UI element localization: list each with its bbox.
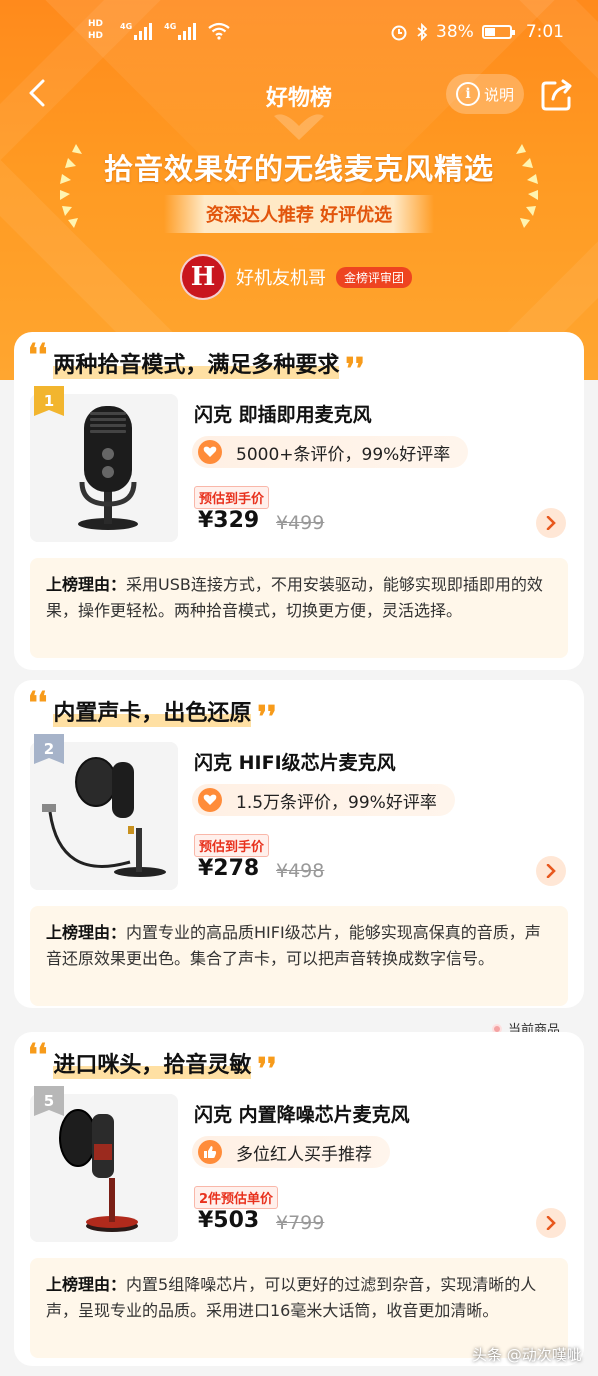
current-price: ¥278: [198, 856, 260, 881]
go-to-product-button[interactable]: [536, 856, 566, 886]
price-label: 2件预估单价: [194, 1186, 279, 1209]
rank-badge: 1: [34, 386, 64, 416]
laurel-icon: [60, 144, 82, 228]
svg-text:5: 5: [44, 1092, 54, 1110]
rating-pill: 5000+条评价，99%好评率: [192, 436, 469, 468]
section-title: ❛❛ 内置声卡，出色还原 ❜❜: [28, 686, 277, 735]
battery-icon: [481, 25, 515, 39]
hd-label: HD: [88, 31, 104, 41]
current-price: ¥503: [198, 1208, 260, 1233]
hero-header: HD HD 4G 4G 38% 7:01 好物榜 i 说明 拾音效果好的无线麦克…: [0, 0, 598, 380]
battery-percent: 38%: [436, 22, 474, 42]
rank-badge: 5: [34, 1086, 64, 1116]
back-arrow-icon[interactable]: [24, 78, 54, 108]
original-price: ¥799: [276, 1212, 325, 1234]
bluetooth-icon: [417, 23, 428, 41]
product-card[interactable]: ❛❛ 内置声卡，出色还原 ❜❜ 2 闪克 HIFI级芯片麦克风 1.5万条评价，…: [14, 680, 584, 1008]
product-card[interactable]: ❛❛ 进口咪头，拾音灵敏 ❜❜ 5 闪克 内置降噪芯片麦克风 多位红人买手推荐 …: [14, 1032, 584, 1366]
net-label: 4G: [120, 22, 133, 31]
status-bar: HD HD 4G 4G 38% 7:01: [0, 18, 598, 50]
wifi-icon: [208, 22, 230, 40]
svg-text:2: 2: [44, 740, 54, 758]
section-title: ❛❛ 进口咪头，拾音灵敏 ❜❜: [28, 1038, 277, 1087]
section-title: ❛❛ 两种拾音模式，满足多种要求 ❜❜: [28, 338, 365, 387]
price-label: 预估到手价: [194, 834, 270, 857]
product-name[interactable]: 闪克 内置降噪芯片麦克风: [194, 1100, 410, 1127]
product-name[interactable]: 闪克 HIFI级芯片麦克风: [194, 748, 396, 775]
network-type: HD HD: [88, 18, 103, 42]
current-price: ¥329: [198, 508, 260, 533]
net-label: 4G: [164, 22, 177, 31]
explain-button[interactable]: i 说明: [446, 74, 524, 114]
thumbs-up-icon: [198, 1140, 222, 1164]
clock: 7:01: [525, 22, 564, 42]
reason-box: 上榜理由：采用USB连接方式，不用安装驱动，能够实现即插即用的效果，操作更轻松。…: [30, 558, 568, 658]
heart-decoration-icon: [274, 114, 324, 140]
explain-label: 说明: [483, 85, 514, 104]
alarm-icon: [391, 25, 407, 41]
chevron-right-icon: [546, 864, 556, 878]
original-price: ¥498: [276, 860, 325, 882]
author-info[interactable]: H 好机友机哥 金榜评审团: [180, 254, 413, 300]
reason-box: 上榜理由：内置5组降噪芯片，可以更好的过滤到杂音，实现清晰的人声，呈现专业的品质…: [30, 1258, 568, 1358]
go-to-product-button[interactable]: [536, 1208, 566, 1238]
list-title: 拾音效果好的无线麦克风精选: [103, 152, 494, 186]
author-name: 好机友机哥: [236, 268, 326, 289]
author-badge: 金榜评审团: [336, 266, 413, 288]
laurel-icon: [516, 144, 538, 228]
reason-box: 上榜理由：内置专业的高品质HIFI级芯片，能够实现高保真的音质，声音还原效果更出…: [30, 906, 568, 1006]
original-price: ¥499: [276, 512, 325, 534]
heart-icon: [198, 788, 222, 812]
chevron-right-icon: [546, 1216, 556, 1230]
heart-icon: [198, 440, 222, 464]
rating-pill: 多位红人买手推荐: [192, 1136, 390, 1168]
svg-text:1: 1: [44, 392, 54, 410]
watermark: 头条 @动次嘆呲: [472, 1346, 582, 1364]
subtitle-ribbon: 资深达人推荐 好评优选: [164, 195, 434, 233]
product-name[interactable]: 闪克 即插即用麦克风: [194, 400, 372, 427]
product-card[interactable]: ❛❛ 两种拾音模式，满足多种要求 ❜❜ 1 闪克 即插即用麦克风 5000+条评…: [14, 332, 584, 670]
avatar: H: [180, 254, 226, 300]
go-to-product-button[interactable]: [536, 508, 566, 538]
hd-label: HD: [88, 19, 104, 29]
chevron-right-icon: [546, 516, 556, 530]
price-label: 预估到手价: [194, 486, 270, 509]
page-title: 好物榜: [265, 86, 332, 111]
signal-icon: 4G 4G: [120, 22, 230, 40]
rating-pill: 1.5万条评价，99%好评率: [192, 784, 455, 816]
info-icon: i: [455, 82, 480, 106]
rank-badge: 2: [34, 734, 64, 764]
share-icon[interactable]: [540, 78, 574, 112]
